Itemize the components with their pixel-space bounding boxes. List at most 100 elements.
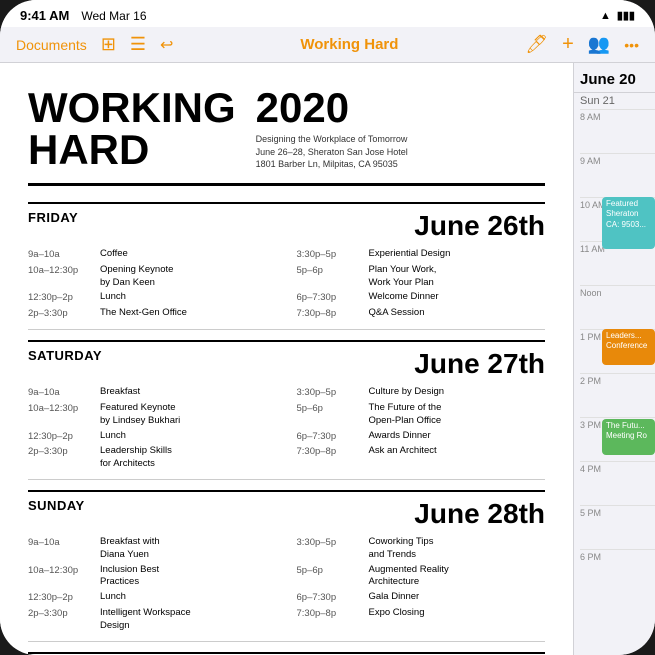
schedule-time: 7:30p–8p [297,445,365,459]
schedule-event: Q&A Session [369,307,546,321]
day-date-0: June 26th [414,210,545,242]
document-title: Working Hard [187,36,511,53]
cal-time-label: 6 PM [580,552,601,562]
schedule-time: 2p–3:30p [28,307,96,321]
schedule-event: Opening Keynote by Dan Keen [100,264,277,290]
schedule-event: Breakfast [100,386,277,400]
schedule-row-d0c1r0: 3:30p–5p Experiential Design [297,248,546,262]
schedule-event: Lunch [100,430,277,444]
ipad-screen: 9:41 AM Wed Mar 16 ▲ ▮▮▮ Documents ⊞ ☰ ↩… [0,0,655,655]
schedule-time: 6p–7:30p [297,430,365,444]
day-date-2: June 28th [414,498,545,530]
more-icon[interactable]: ••• [624,37,639,53]
battery-icon: ▮▮▮ [617,9,635,22]
doc-year-block: 2020 Designing the Workplace of Tomorrow… [236,87,545,171]
doc-year: 2020 [256,87,545,129]
schedule-time: 6p–7:30p [297,591,365,605]
schedule-event: Gala Dinner [369,591,546,605]
calendar-sidebar: June 20 Sun 21 8 AM9 AM10 AM11 AMNoon1 P… [573,63,655,655]
schedule-event: Awards Dinner [369,430,546,444]
status-time: 9:41 AM [20,8,69,23]
schedule-event: Plan Your Work, Work Your Plan [369,264,546,290]
schedule-row-d0c0r2: 12:30p–2p Lunch [28,291,277,305]
cal-time-label: 5 PM [580,508,601,518]
schedule-event: Leadership Skills for Architects [100,445,277,471]
schedule-row-d0c1r3: 7:30p–8p Q&A Session [297,307,546,321]
cal-time-slot: 9 AM [580,153,655,197]
brush-icon[interactable]: 🖊 [525,34,548,55]
schedule-time: 7:30p–8p [297,307,365,321]
schedule-event: Intelligent Workspace Design [100,607,277,633]
schedule-event: The Future of the Open-Plan Office [369,402,546,428]
cal-time-slot: 6 PM [580,549,655,593]
about-section: ABOUT US We are pleased to welcome lumin… [28,652,545,655]
status-right: ▲ ▮▮▮ [600,9,635,22]
schedule-time: 12:30p–2p [28,291,96,305]
status-bar: 9:41 AM Wed Mar 16 ▲ ▮▮▮ [0,0,655,27]
schedule-row-d1c0r1: 10a–12:30pFeatured Keynote by Lindsey Bu… [28,402,277,428]
schedule-time: 12:30p–2p [28,591,96,605]
schedule-time: 3:30p–5p [297,248,365,262]
schedule-event: Expo Closing [369,607,546,621]
add-icon[interactable]: + [562,33,574,56]
schedule-row-d1c0r0: 9a–10a Breakfast [28,386,277,400]
schedule-time: 3:30p–5p [297,386,365,400]
schedule-row-d0c1r1: 5p–6pPlan Your Work, Work Your Plan [297,264,546,290]
cal-event-2[interactable]: The Futu... Meeting Ro [602,419,655,455]
schedule-time: 3:30p–5p [297,536,365,562]
back-button[interactable]: Documents [16,37,87,53]
cal-time-slot: 4 PM [580,461,655,505]
doc-header: WORKINGHARD 2020 Designing the Workplace… [28,87,545,186]
content-area: WORKINGHARD 2020 Designing the Workplace… [0,63,655,655]
day-name-1: SATURDAY [28,348,102,363]
cal-time-label: 9 AM [580,156,601,166]
schedule-event: Welcome Dinner [369,291,546,305]
schedule-event: Lunch [100,291,277,305]
collab-icon[interactable]: 👥 [588,34,610,55]
schedule-row-d1c1r3: 7:30p–8p Ask an Architect [297,445,546,459]
day-date-1: June 27th [414,348,545,380]
schedule-event: Augmented Reality Architecture [369,564,546,590]
schedule-time: 5p–6p [297,402,365,428]
schedule-time: 6p–7:30p [297,291,365,305]
day-section-0: FRIDAYJune 26th9a–10aCoffee10a–12:30pOpe… [28,202,545,330]
layout-icon[interactable]: ⊞ [101,34,116,55]
schedule-event: Coworking Tips and Trends [369,536,546,562]
status-date: Wed Mar 16 [81,9,146,23]
cal-time-slots: 8 AM9 AM10 AM11 AMNoon1 PM2 PM3 PM4 PM5 … [574,109,655,655]
schedule-time: 9a–10a [28,386,96,400]
schedule-row-d2c1r1: 5p–6pAugmented Reality Architecture [297,564,546,590]
day-section-2: SUNDAYJune 28th9a–10aBreakfast with Dian… [28,490,545,642]
device-frame: 9:41 AM Wed Mar 16 ▲ ▮▮▮ Documents ⊞ ☰ ↩… [0,0,655,655]
schedule-time: 12:30p–2p [28,430,96,444]
cal-day-label: Sun 21 [574,93,655,109]
document[interactable]: WORKINGHARD 2020 Designing the Workplace… [0,63,573,655]
schedule-row-d2c0r2: 12:30p–2pLunch [28,591,277,605]
list-icon[interactable]: ☰ [130,34,146,55]
schedule-row-d1c0r3: 2p–3:30pLeadership Skills for Architects [28,445,277,471]
schedule-event: Coffee [100,248,277,262]
schedule-time: 10a–12:30p [28,264,96,290]
cal-time-label: 1 PM [580,332,601,342]
schedule-row-d2c0r1: 10a–12:30pInclusion Best Practices [28,564,277,590]
cal-time-slot: Noon [580,285,655,329]
cal-event-0[interactable]: Featured Sheraton CA: 9503... [602,197,655,249]
schedule-event: Featured Keynote by Lindsey Bukhari [100,402,277,428]
schedule-time: 2p–3:30p [28,445,96,471]
schedule-row-d0c1r2: 6p–7:30p Welcome Dinner [297,291,546,305]
schedule-time: 9a–10a [28,536,96,562]
schedule-event: Culture by Design [369,386,546,400]
schedule-row-d2c1r3: 7:30p–8pExpo Closing [297,607,546,621]
schedule-row-d1c1r1: 5p–6pThe Future of the Open-Plan Office [297,402,546,428]
cal-time-label: 8 AM [580,112,601,122]
wifi-icon: ▲ [600,10,611,22]
schedule-time: 10a–12:30p [28,564,96,590]
schedule-event: Experiential Design [369,248,546,262]
undo-icon[interactable]: ↩ [160,35,173,55]
cal-time-label: 2 PM [580,376,601,386]
schedule-row-d1c0r2: 12:30p–2p Lunch [28,430,277,444]
schedule-event: Ask an Architect [369,445,546,459]
schedule-event: Inclusion Best Practices [100,564,277,590]
schedule-row-d2c1r0: 3:30p–5pCoworking Tips and Trends [297,536,546,562]
cal-event-1[interactable]: Leaders... Conference [602,329,655,365]
